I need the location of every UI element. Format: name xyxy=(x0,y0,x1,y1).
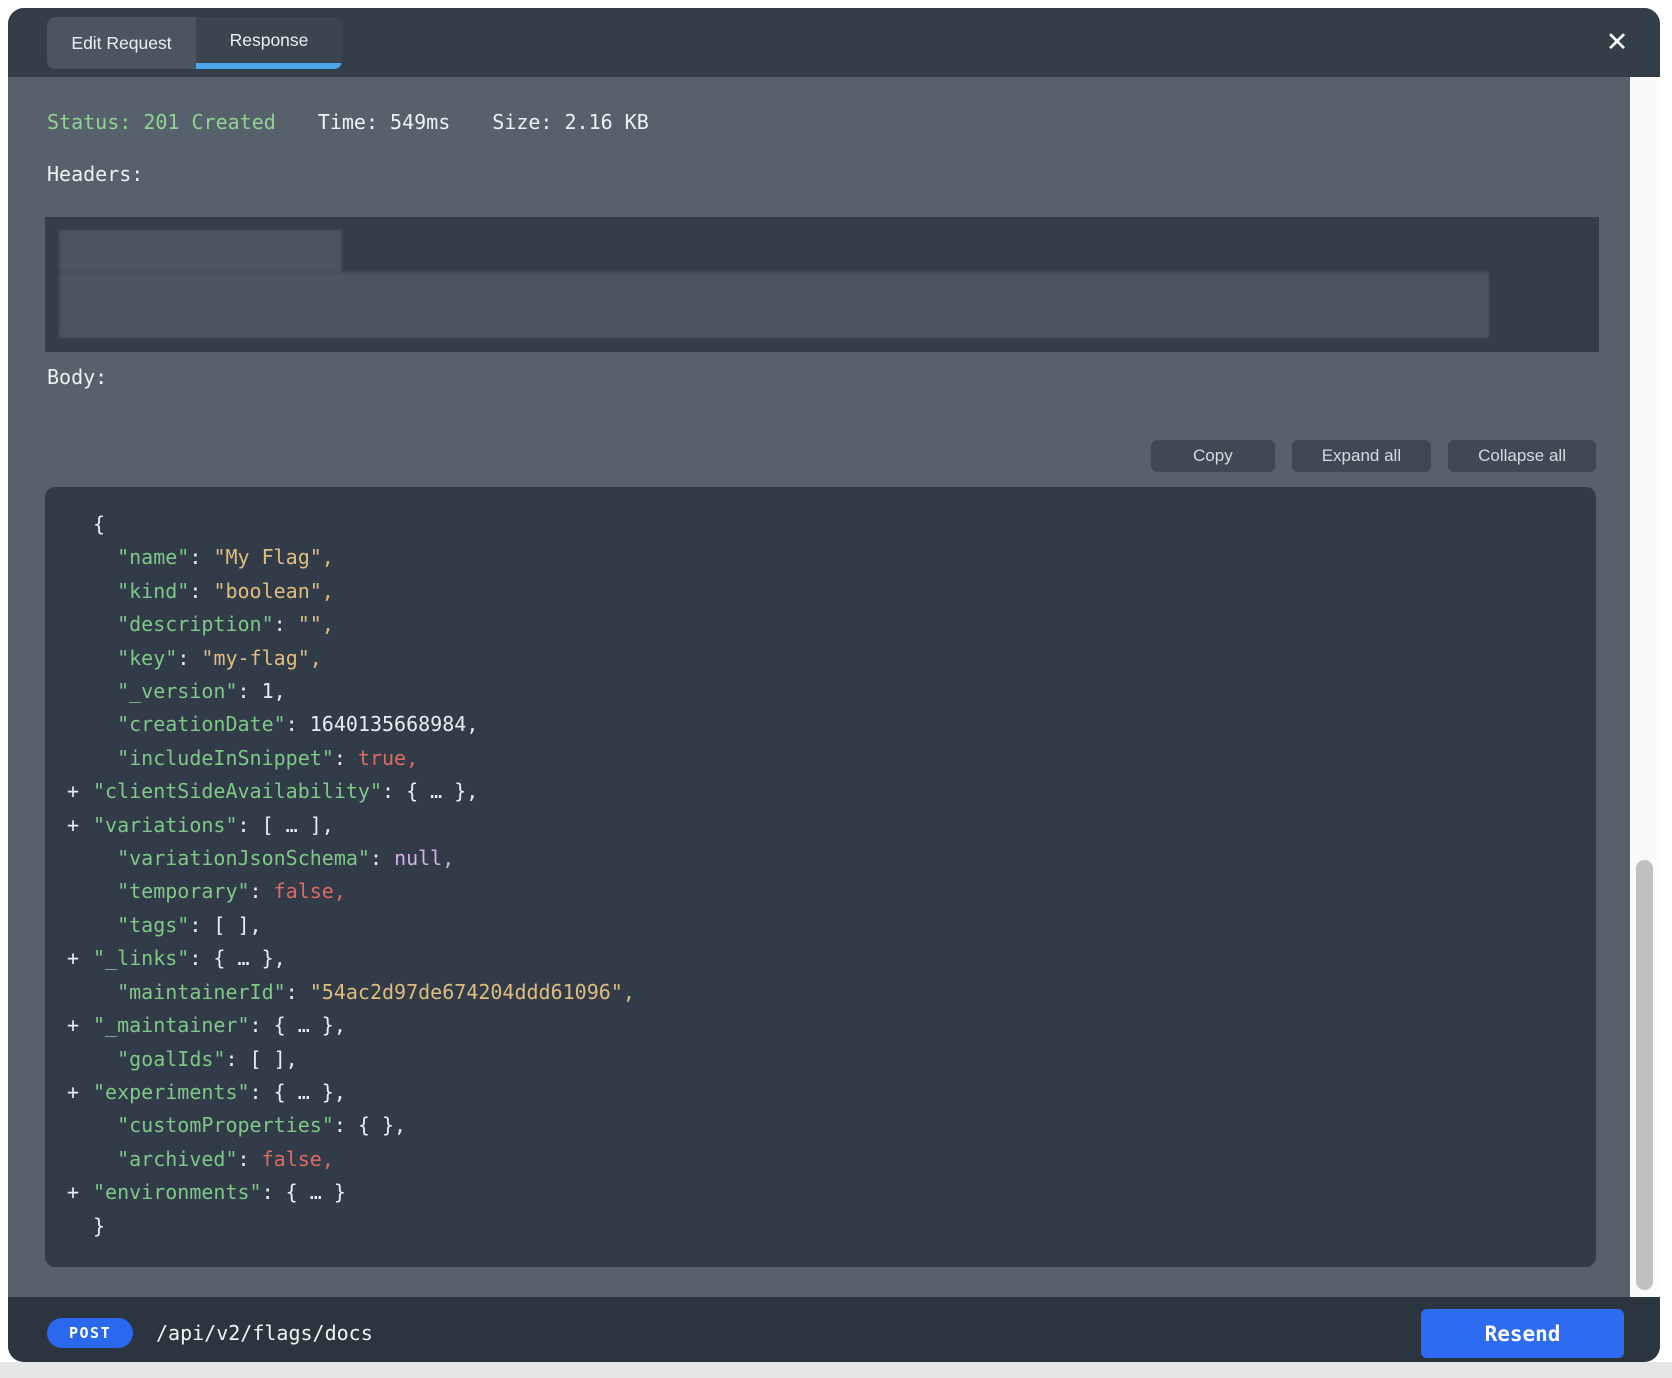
headers-label: Headers: xyxy=(47,162,143,186)
code-line-text: { xyxy=(93,508,105,541)
scrollbar-thumb[interactable] xyxy=(1636,860,1653,1290)
code-gutter xyxy=(63,575,93,608)
code-line-text: "maintainerId": "54ac2d97de674204ddd6109… xyxy=(93,976,635,1009)
code-gutter xyxy=(63,708,93,741)
code-gutter xyxy=(63,875,93,908)
code-gutter xyxy=(63,976,93,1009)
modal-content: Status: 201 Created Time: 549ms Size: 2.… xyxy=(8,77,1660,1297)
modal-header: Edit Request Response ✕ xyxy=(8,8,1660,77)
code-line-text: "experiments": { … }, xyxy=(93,1076,346,1109)
response-panel: Status: 201 Created Time: 549ms Size: 2.… xyxy=(8,77,1630,1297)
tab-response[interactable]: Response xyxy=(196,17,342,69)
code-line: "_version": 1, xyxy=(63,675,1578,708)
code-line-text: "customProperties": { }, xyxy=(93,1109,406,1142)
modal-footer: POST /api/v2/flags/docs Resend xyxy=(8,1297,1660,1362)
method-badge: POST xyxy=(47,1318,133,1348)
code-line: +"variations": [ … ], xyxy=(63,809,1578,842)
tab-bar: Edit Request Response xyxy=(47,17,342,69)
code-line-text: "key": "my-flag", xyxy=(93,642,322,675)
code-line-text: "name": "My Flag", xyxy=(93,541,334,574)
code-line: +"experiments": { … }, xyxy=(63,1076,1578,1109)
redacted-header-block xyxy=(59,230,342,272)
expand-node-toggle[interactable]: + xyxy=(63,775,93,808)
code-line: "maintainerId": "54ac2d97de674204ddd6109… xyxy=(63,976,1578,1009)
api-response-modal: Edit Request Response ✕ Status: 201 Crea… xyxy=(8,8,1660,1362)
code-gutter xyxy=(63,842,93,875)
code-line: } xyxy=(63,1210,1578,1243)
scrollbar-track[interactable] xyxy=(1630,77,1660,1297)
code-line-text: "variations": [ … ], xyxy=(93,809,334,842)
tab-response-label: Response xyxy=(230,30,309,51)
response-meta: Status: 201 Created Time: 549ms Size: 2.… xyxy=(47,110,649,134)
expand-node-toggle[interactable]: + xyxy=(63,1076,93,1109)
expand-node-toggle[interactable]: + xyxy=(63,942,93,975)
response-headers-box xyxy=(45,217,1599,352)
code-line: "variationJsonSchema": null, xyxy=(63,842,1578,875)
code-line: "name": "My Flag", xyxy=(63,541,1578,574)
expand-node-toggle[interactable]: + xyxy=(63,1009,93,1042)
code-line: "temporary": false, xyxy=(63,875,1578,908)
code-line: "description": "", xyxy=(63,608,1578,641)
code-line-text: "_version": 1, xyxy=(93,675,286,708)
code-line-text: "archived": false, xyxy=(93,1143,334,1176)
code-gutter xyxy=(63,608,93,641)
code-line: "kind": "boolean", xyxy=(63,575,1578,608)
code-line-text: "temporary": false, xyxy=(93,875,346,908)
code-line-text: "goalIds": [ ], xyxy=(93,1043,298,1076)
code-gutter xyxy=(63,541,93,574)
expand-node-toggle[interactable]: + xyxy=(63,1176,93,1209)
body-toolbar: Copy Expand all Collapse all xyxy=(1151,440,1596,472)
code-line-text: "includeInSnippet": true, xyxy=(93,742,418,775)
code-line: "archived": false, xyxy=(63,1143,1578,1176)
code-gutter xyxy=(63,1109,93,1142)
code-line-text: "_links": { … }, xyxy=(93,942,286,975)
code-line-text: } xyxy=(93,1210,105,1243)
code-gutter xyxy=(63,742,93,775)
resend-button[interactable]: Resend xyxy=(1421,1309,1624,1358)
response-body-code[interactable]: { "name": "My Flag", "kind": "boolean", … xyxy=(45,487,1596,1267)
code-line-text: "environments": { … } xyxy=(93,1176,346,1209)
code-line: +"environments": { … } xyxy=(63,1176,1578,1209)
size-text: Size: 2.16 KB xyxy=(492,110,649,134)
code-line-text: "tags": [ ], xyxy=(93,909,262,942)
code-line-text: "description": "", xyxy=(93,608,334,641)
code-line: { xyxy=(63,508,1578,541)
code-line-text: "clientSideAvailability": { … }, xyxy=(93,775,478,808)
code-line: +"_links": { … }, xyxy=(63,942,1578,975)
code-line: "customProperties": { }, xyxy=(63,1109,1578,1142)
code-gutter xyxy=(63,1143,93,1176)
code-line-text: "_maintainer": { … }, xyxy=(93,1009,346,1042)
redacted-header-block xyxy=(59,272,1489,338)
code-line-text: "creationDate": 1640135668984, xyxy=(93,708,478,741)
code-line: "tags": [ ], xyxy=(63,909,1578,942)
code-line: "goalIds": [ ], xyxy=(63,1043,1578,1076)
code-line: "creationDate": 1640135668984, xyxy=(63,708,1578,741)
code-line: "includeInSnippet": true, xyxy=(63,742,1578,775)
expand-node-toggle[interactable]: + xyxy=(63,809,93,842)
expand-all-button[interactable]: Expand all xyxy=(1292,440,1431,472)
code-line: "key": "my-flag", xyxy=(63,642,1578,675)
code-gutter xyxy=(63,1210,93,1243)
collapse-all-button[interactable]: Collapse all xyxy=(1448,440,1596,472)
code-line: +"_maintainer": { … }, xyxy=(63,1009,1578,1042)
code-line-text: "variationJsonSchema": null, xyxy=(93,842,454,875)
code-gutter xyxy=(63,1043,93,1076)
body-label: Body: xyxy=(47,365,107,389)
code-gutter xyxy=(63,642,93,675)
code-gutter xyxy=(63,909,93,942)
status-text: Status: 201 Created xyxy=(47,110,276,134)
code-line-text: "kind": "boolean", xyxy=(93,575,334,608)
request-path: /api/v2/flags/docs xyxy=(156,1318,373,1348)
tab-edit-request[interactable]: Edit Request xyxy=(47,17,196,69)
code-gutter xyxy=(63,675,93,708)
close-icon[interactable]: ✕ xyxy=(1600,26,1634,60)
tab-edit-request-label: Edit Request xyxy=(71,33,171,54)
page-background-strip xyxy=(0,1362,1672,1378)
copy-button[interactable]: Copy xyxy=(1151,440,1275,472)
code-gutter xyxy=(63,508,93,541)
time-text: Time: 549ms xyxy=(318,110,450,134)
code-line: +"clientSideAvailability": { … }, xyxy=(63,775,1578,808)
